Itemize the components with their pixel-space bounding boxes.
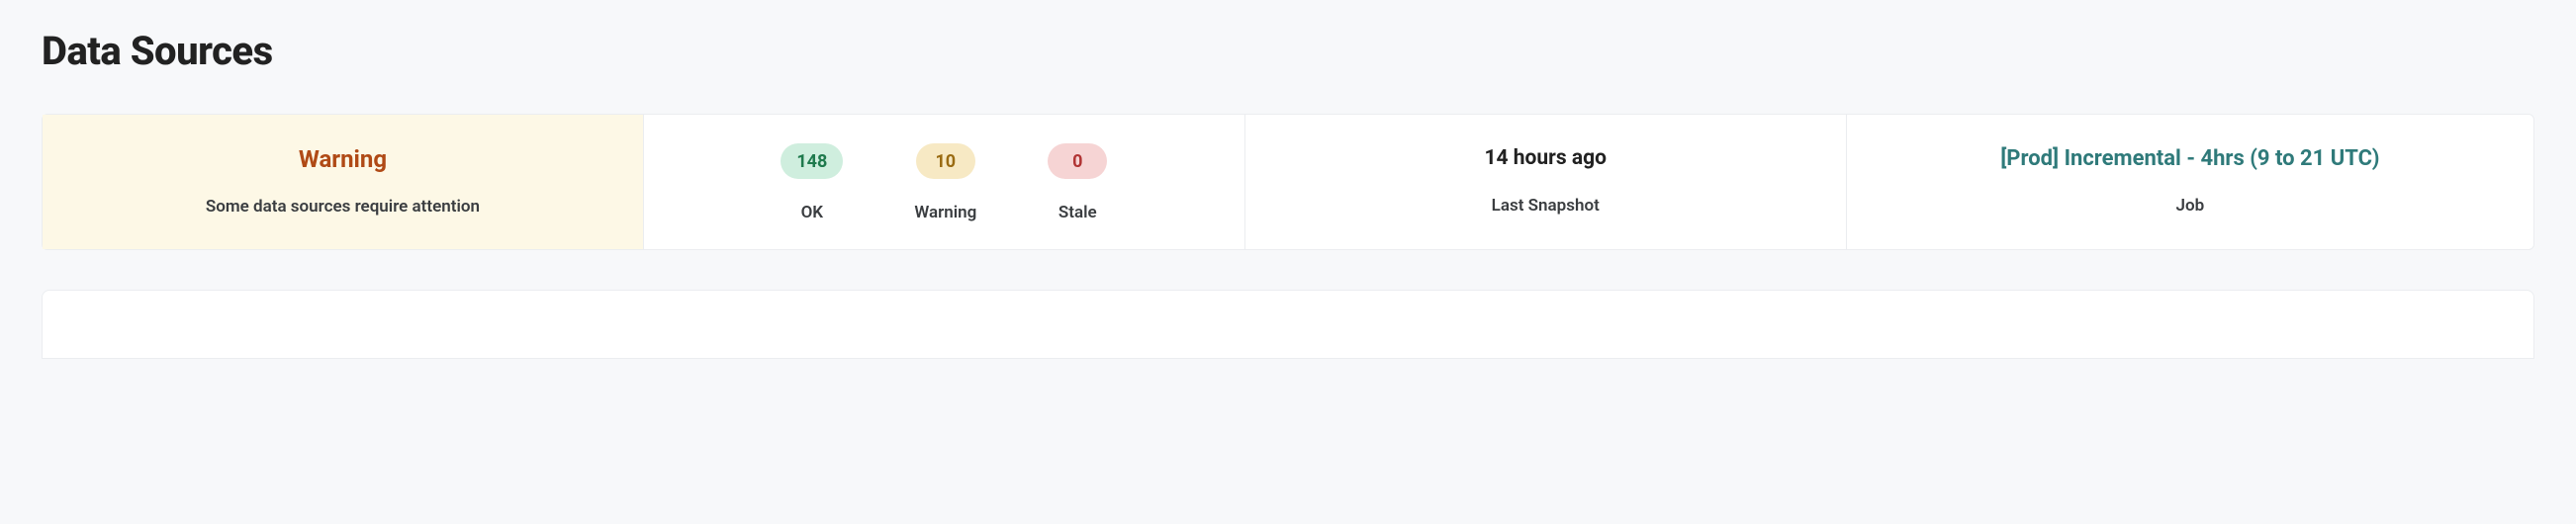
count-stale: 0 Stale xyxy=(1048,143,1107,222)
snapshot-value: 14 hours ago xyxy=(1484,146,1606,171)
count-ok-badge: 148 xyxy=(781,143,843,179)
snapshot-label: Last Snapshot xyxy=(1492,196,1600,216)
count-warning: 10 Warning xyxy=(914,143,976,222)
count-warning-label: Warning xyxy=(914,203,976,222)
status-card-subtitle: Some data sources require attention xyxy=(206,197,480,217)
content-panel xyxy=(42,290,2534,359)
job-value: [Prod] Incremental - 4hrs (9 to 21 UTC) xyxy=(2000,146,2379,172)
summary-cards-row: Warning Some data sources require attent… xyxy=(42,114,2534,250)
count-ok-label: OK xyxy=(801,203,824,222)
count-warning-badge: 10 xyxy=(916,143,975,179)
status-card: Warning Some data sources require attent… xyxy=(43,115,644,249)
counts-card: 148 OK 10 Warning 0 Stale xyxy=(644,115,1245,249)
job-card[interactable]: [Prod] Incremental - 4hrs (9 to 21 UTC) … xyxy=(1847,115,2533,249)
snapshot-card: 14 hours ago Last Snapshot xyxy=(1245,115,1847,249)
count-ok: 148 OK xyxy=(781,143,843,222)
count-stale-badge: 0 xyxy=(1048,143,1107,179)
page-title: Data Sources xyxy=(42,28,2534,74)
count-stale-label: Stale xyxy=(1058,203,1097,222)
job-label: Job xyxy=(2176,196,2205,216)
status-card-title: Warning xyxy=(299,145,387,174)
